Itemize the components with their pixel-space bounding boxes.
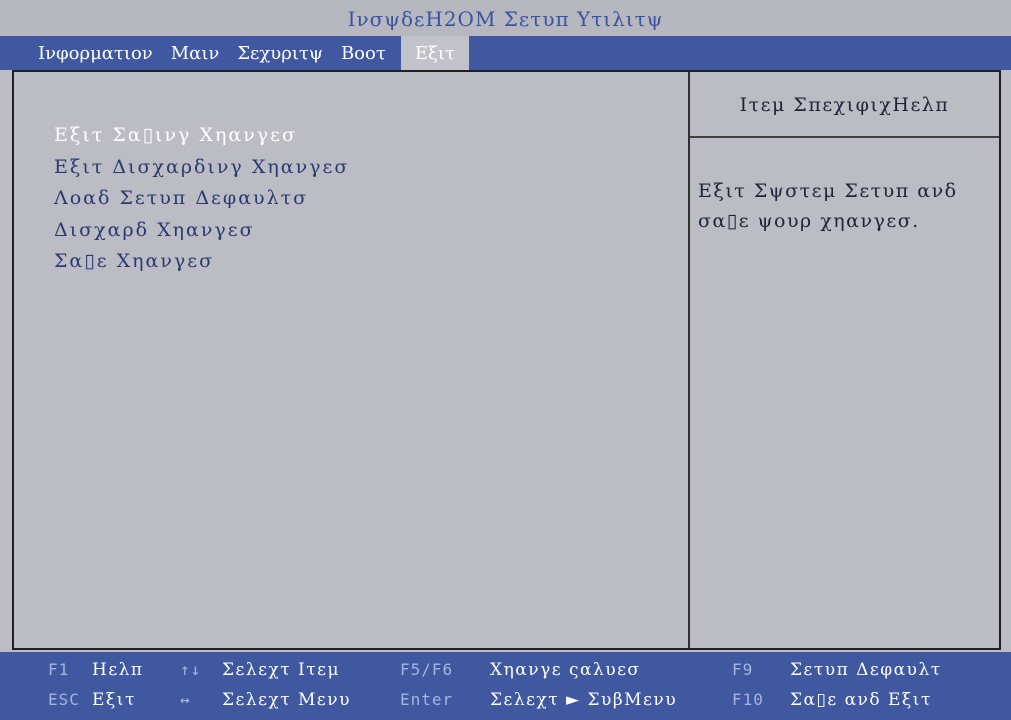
menu-tab-exit[interactable]: Εξιτ (400, 36, 469, 70)
key-esc-label: Εξιτ (92, 690, 136, 710)
key-f1-label: Ηελπ (92, 660, 144, 680)
save-and-exit-label: Σα▯ε ανδ Εξιτ (790, 690, 932, 710)
help-panel: Ιτεμ ΣπεχιφιχΗελπ Εξιτ Σψστεμ Σετυπ ανδ … (688, 72, 999, 648)
select-submenu-label: Σελεχτ ► ΣυβΜενυ (490, 690, 678, 710)
menu-tab-main[interactable]: Μαιν (162, 36, 229, 70)
option-discard-changes[interactable]: Δισχαρδ Χηανγεσ (54, 215, 349, 247)
option-exit-discarding-changes[interactable]: Εξιτ Δισχαρδινγ Χηανγεσ (54, 152, 349, 184)
select-menu-label: Σελεχτ Μενυ (222, 690, 351, 710)
help-text: Εξιτ Σψστεμ Σετυπ ανδ σα▯ε ψουρ χηανγεσ. (690, 138, 999, 236)
key-f5-f6: F5/F6 (400, 660, 454, 679)
menu-tab-security[interactable]: Σεχυριτψ (228, 36, 332, 70)
key-esc: ESC (48, 690, 80, 709)
menu-tab-information[interactable]: Ινφορματιον (38, 36, 162, 70)
option-exit-saving-changes[interactable]: Εξιτ Σα▯ινγ Χηανγεσ (54, 120, 349, 152)
change-values-label: Χηανγε ςαλυεσ (490, 660, 641, 680)
left-right-arrow-icon: ↔ (180, 690, 191, 709)
key-enter: Enter (400, 690, 454, 709)
menu-bar: Ινφορματιον Μαιν Σεχυριτψ Βοοτ Εξιτ (0, 36, 1011, 70)
main-frame: Εξιτ Σα▯ινγ Χηανγεσ Εξιτ Δισχαρδινγ Χηαν… (12, 70, 1001, 650)
options-panel: Εξιτ Σα▯ινγ Χηανγεσ Εξιτ Δισχαρδινγ Χηαν… (14, 72, 688, 648)
help-text-line: σα▯ε ψουρ χηανγεσ. (698, 210, 920, 232)
menu-tab-boot[interactable]: Βοοτ (332, 36, 395, 70)
setup-default-label: Σετυπ Δεφαυλτ (790, 660, 942, 680)
help-text-line: Εξιτ Σψστεμ Σετυπ ανδ (698, 180, 958, 202)
key-f10: F10 (732, 690, 764, 709)
exit-options-list: Εξιτ Σα▯ινγ Χηανγεσ Εξιτ Δισχαρδινγ Χηαν… (54, 120, 349, 278)
up-down-arrows-icon: ↑↓ (180, 660, 202, 679)
select-item-label: Σελεχτ Ιτεμ (222, 660, 340, 680)
key-f9: F9 (732, 660, 754, 679)
key-f1: F1 (48, 660, 70, 679)
utility-title: ΙνσψδεΗ2ΟΜ Σετυπ Υτιλιτψ (0, 0, 1011, 36)
key-legend: F1 Ηελπ ESC Εξιτ ↑↓ Σελεχτ Ιτεμ ↔ Σελεχτ Μεν… (0, 652, 1011, 720)
option-save-changes[interactable]: Σα▯ε Χηανγεσ (54, 246, 349, 278)
option-load-setup-defaults[interactable]: Λοαδ Σετυπ Δεφαυλτσ (54, 183, 349, 215)
help-panel-title: Ιτεμ ΣπεχιφιχΗελπ (690, 72, 999, 138)
